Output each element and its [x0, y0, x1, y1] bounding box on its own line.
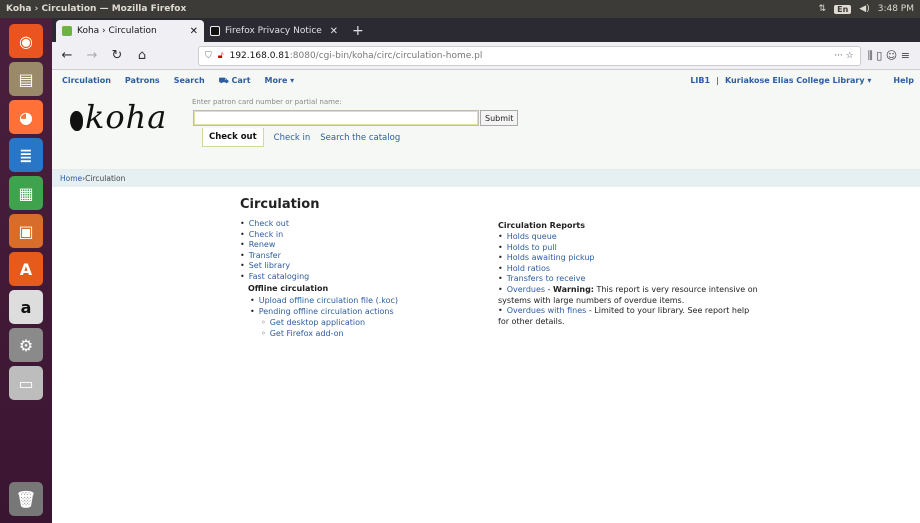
koha-logo[interactable]: koha — [70, 98, 167, 136]
koha-top-nav: Circulation Patrons Search ⛟ Cart More ▾ — [62, 76, 294, 86]
koha-page: Circulation Patrons Search ⛟ Cart More ▾… — [52, 70, 920, 523]
nav-more[interactable]: More ▾ — [265, 76, 295, 86]
page-title: Circulation — [240, 197, 320, 212]
os-top-panel: Koha › Circulation — Mozilla Firefox ⇅ E… — [0, 0, 920, 18]
link-holds-awaiting-pickup[interactable]: Holds awaiting pickup — [498, 253, 758, 264]
tab-title: Koha › Circulation — [77, 26, 157, 36]
trash-icon[interactable]: 🗑 — [9, 482, 43, 516]
patron-search-label: Enter patron card number or partial name… — [192, 98, 342, 106]
link-overdues[interactable]: Overdues - Warning: This report is very … — [498, 285, 758, 306]
separator: | — [716, 76, 719, 85]
back-button[interactable]: ← — [58, 48, 76, 63]
mozilla-favicon-icon — [210, 26, 220, 36]
link-get-desktop-app[interactable]: Get desktop application — [261, 318, 365, 329]
files-icon[interactable]: ▤ — [9, 62, 43, 96]
page-actions-icon[interactable]: ··· ☆ — [834, 51, 854, 61]
link-holds-queue[interactable]: Holds queue — [498, 232, 758, 243]
volume-icon[interactable]: ◀) — [859, 4, 869, 14]
library-menu[interactable]: Kuriakose Elias College Library ▾ — [725, 76, 871, 85]
offline-links: Upload offline circulation file (.koc) P… — [250, 296, 398, 317]
firefox-icon[interactable]: ◕ — [9, 100, 43, 134]
link-holds-to-pull[interactable]: Holds to pull — [498, 243, 758, 254]
link-hold-ratios[interactable]: Hold ratios — [498, 264, 758, 275]
insecure-lock-icon[interactable]: 🔓︎ — [218, 51, 224, 61]
link-check-in[interactable]: Check in — [240, 230, 309, 241]
system-tray: ⇅ En ◀) 3:48 PM — [819, 4, 920, 14]
close-tab-icon[interactable]: ✕ — [190, 26, 198, 37]
writer-icon[interactable]: ≣ — [9, 138, 43, 172]
tab-check-out[interactable]: Check out — [202, 128, 264, 147]
url-bar[interactable]: ⛉ 🔓︎ 192.168.0.81:8080/cgi-bin/koha/circ… — [198, 45, 861, 66]
link-transfer[interactable]: Transfer — [240, 251, 309, 262]
ubuntu-dash-icon[interactable]: ◉ — [9, 24, 43, 58]
link-check-out[interactable]: Check out — [240, 219, 309, 230]
nav-patrons[interactable]: Patrons — [125, 76, 160, 86]
tab-search-catalog[interactable]: Search the catalog — [320, 133, 400, 143]
branch-code[interactable]: LIB1 — [690, 76, 710, 85]
circulation-links: Check out Check in Renew Transfer Set li… — [240, 219, 310, 283]
settings-icon[interactable]: ⚙ — [9, 328, 43, 362]
unity-launcher: ◉ ▤ ◕ ≣ ▦ ▣ Aa ⚙ ▭ 🗑 — [0, 18, 52, 523]
breadcrumb-current: Circulation — [85, 174, 126, 183]
circulation-subtabs: Check out Check in Search the catalog — [202, 128, 400, 147]
link-get-firefox-addon[interactable]: Get Firefox add-on — [261, 329, 365, 340]
breadcrumb-home[interactable]: Home — [60, 174, 82, 183]
calc-icon[interactable]: ▦ — [9, 176, 43, 210]
toolbar-right-icons[interactable]: ⫼ ▯ ☺ ≡ — [868, 49, 914, 63]
amazon-icon[interactable]: a — [9, 290, 43, 324]
link-upload-offline-file[interactable]: Upload offline circulation file (.koc) — [250, 296, 398, 307]
help-link[interactable]: Help — [893, 76, 914, 85]
url-path: :8080/cgi-bin/koha/circ/circulation-home… — [289, 50, 483, 61]
offline-circulation-heading: Offline circulation — [248, 284, 329, 293]
koha-header: Circulation Patrons Search ⛟ Cart More ▾… — [52, 70, 920, 170]
link-pending-offline-actions[interactable]: Pending offline circulation actions — [250, 307, 398, 318]
nav-cart[interactable]: ⛟ Cart — [219, 76, 251, 86]
drive-icon[interactable]: ▭ — [9, 366, 43, 400]
offline-sub-links: Get desktop application Get Firefox add-… — [261, 318, 365, 339]
home-button[interactable]: ⌂ — [133, 48, 151, 63]
patron-search-input[interactable] — [193, 110, 479, 126]
koha-favicon-icon — [62, 26, 72, 36]
circulation-reports: Holds queue Holds to pull Holds awaiting… — [498, 232, 758, 327]
new-tab-button[interactable]: + — [344, 23, 372, 42]
reload-button[interactable]: ↻ — [108, 48, 126, 63]
breadcrumb: Home › Circulation — [52, 170, 920, 187]
link-set-library[interactable]: Set library — [240, 261, 309, 272]
tab-title: Firefox Privacy Notice — — [225, 26, 325, 36]
url-host: 192.168.0.81 — [229, 50, 290, 61]
network-icon[interactable]: ⇅ — [819, 4, 827, 14]
window-title: Koha › Circulation — Mozilla Firefox — [6, 4, 187, 14]
link-overdues-with-fines[interactable]: Overdues with fines - Limited to your li… — [498, 306, 758, 327]
link-transfers-to-receive[interactable]: Transfers to receive — [498, 274, 758, 285]
tab-firefox-privacy[interactable]: Firefox Privacy Notice — ✕ — [204, 20, 344, 42]
firefox-window: Koha › Circulation ✕ Firefox Privacy Not… — [52, 18, 920, 523]
link-renew[interactable]: Renew — [240, 240, 309, 251]
software-center-icon[interactable]: A — [9, 252, 43, 286]
keyboard-layout-indicator[interactable]: En — [834, 4, 852, 14]
nav-search[interactable]: Search — [174, 76, 205, 86]
navigation-toolbar: ← → ↻ ⌂ ⛉ 🔓︎ 192.168.0.81:8080/cgi-bin/k… — [52, 42, 920, 70]
nav-circulation[interactable]: Circulation — [62, 76, 111, 86]
close-tab-icon[interactable]: ✕ — [330, 26, 338, 37]
koha-user-nav: LIB1 | Kuriakose Elias College Library ▾… — [690, 76, 914, 85]
tab-bar: Koha › Circulation ✕ Firefox Privacy Not… — [52, 18, 920, 42]
impress-icon[interactable]: ▣ — [9, 214, 43, 248]
tab-check-in[interactable]: Check in — [274, 133, 311, 143]
circulation-reports-heading: Circulation Reports — [498, 221, 586, 230]
forward-button[interactable]: → — [83, 48, 101, 63]
koha-logo-mark-icon — [70, 111, 83, 131]
tab-koha-circulation[interactable]: Koha › Circulation ✕ — [56, 20, 204, 42]
link-fast-cataloging[interactable]: Fast cataloging — [240, 272, 310, 283]
shield-icon[interactable]: ⛉ — [205, 51, 212, 61]
submit-button[interactable]: Submit — [480, 110, 519, 126]
clock[interactable]: 3:48 PM — [878, 4, 914, 14]
